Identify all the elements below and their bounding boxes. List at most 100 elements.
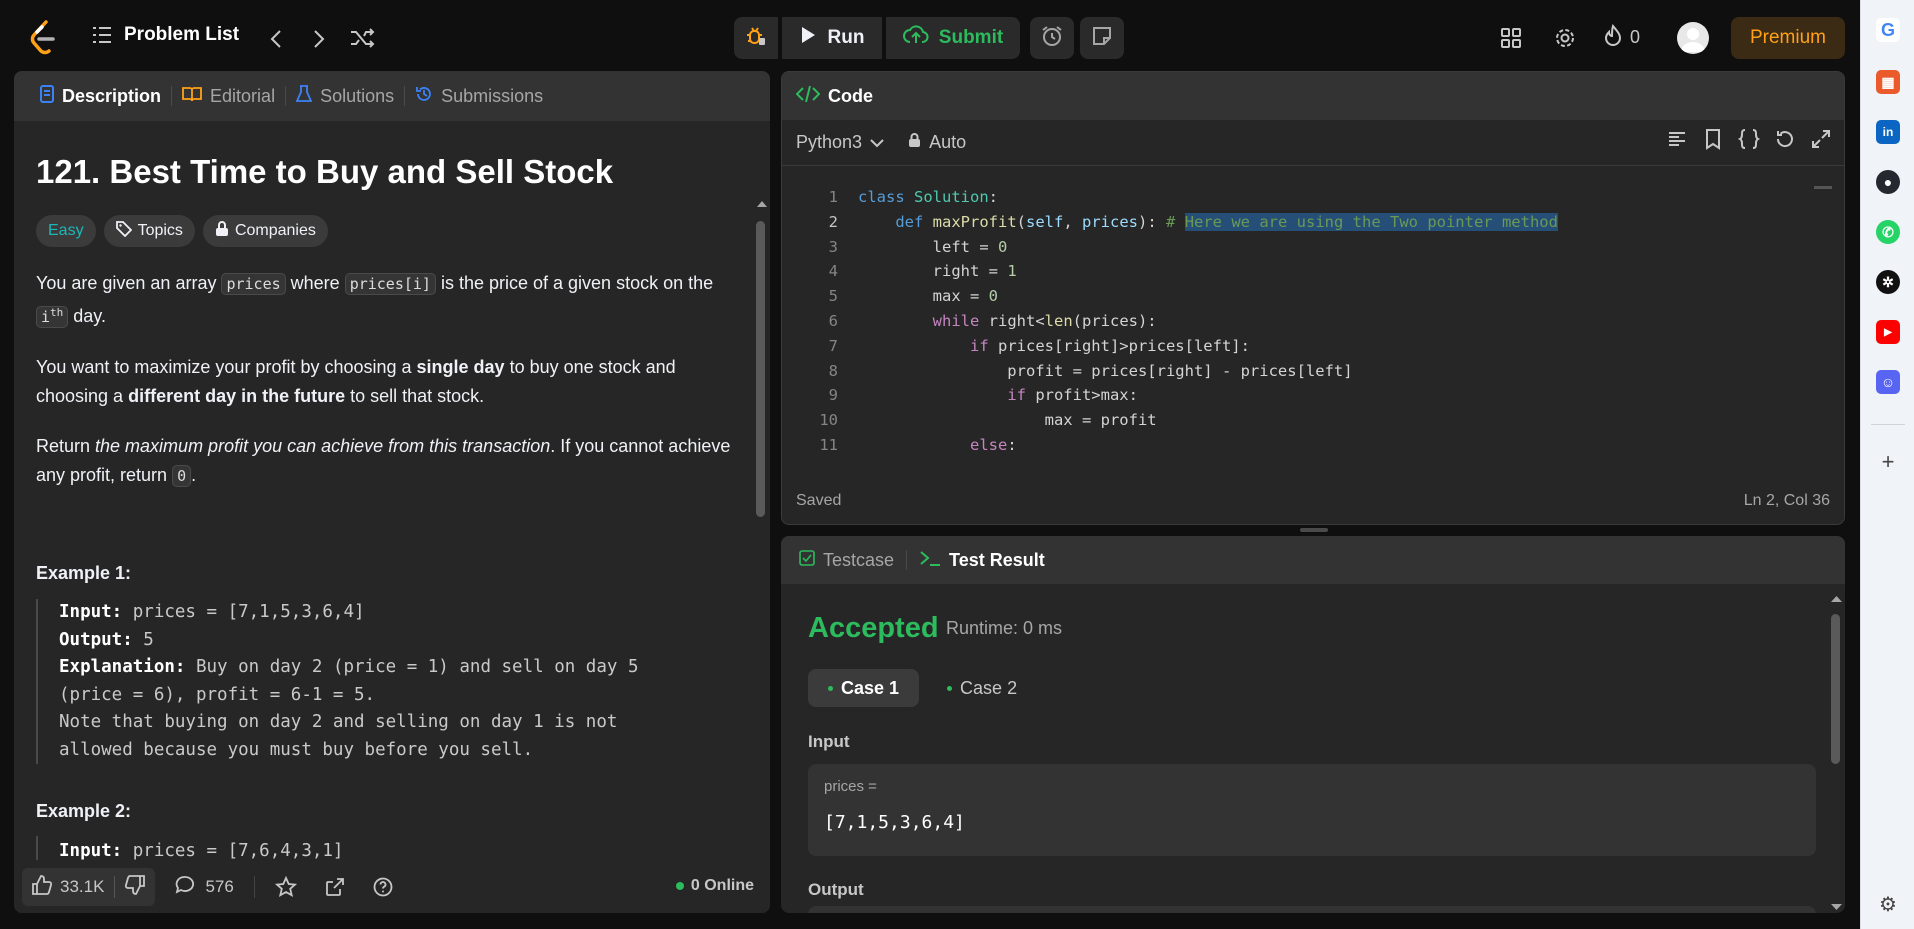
shuffle-icon[interactable] [348, 24, 378, 52]
star-icon[interactable] [274, 876, 297, 898]
online-dot [675, 882, 684, 890]
code-icon [795, 85, 821, 108]
chevron-down-icon [870, 132, 884, 153]
example-line: Note that buying on day 2 and selling on… [59, 712, 618, 732]
description-panel: Description Editorial Solutions Submissi… [14, 71, 770, 913]
companies-label: Companies [234, 222, 316, 239]
premium-button[interactable]: Premium [1731, 17, 1845, 59]
pass-dot [828, 685, 833, 691]
companies-chip[interactable]: Companies [202, 215, 328, 247]
auto-mode-toggle[interactable]: Auto [908, 132, 966, 153]
github-icon[interactable]: ● [1876, 170, 1900, 194]
line-number: 7 [828, 337, 838, 355]
line-number: 6 [828, 312, 838, 330]
run-button[interactable]: Run [782, 17, 882, 59]
avatar[interactable] [1677, 22, 1709, 54]
case-1-tab[interactable]: Case 1 [808, 669, 920, 707]
run-label: Run [827, 27, 865, 48]
format-icon[interactable] [1666, 128, 1688, 155]
comments-button[interactable]: 576 [175, 875, 234, 900]
panel-resize-handle[interactable] [1300, 528, 1328, 532]
difficulty-badge: Easy [36, 215, 96, 247]
problem-list-button[interactable]: Problem List [92, 24, 239, 46]
streak-count: 0 [1630, 27, 1641, 47]
text: where [285, 273, 345, 293]
output-label: Output [808, 880, 864, 899]
code-line: max = profit [858, 411, 1157, 429]
tab-description[interactable]: Description [30, 71, 171, 121]
example-2-title: Example 2: [36, 801, 132, 821]
prev-problem-icon[interactable] [262, 26, 290, 52]
submit-button[interactable]: Submit [886, 17, 1020, 59]
dislike-button[interactable] [115, 874, 155, 900]
layout-grid-icon[interactable] [1496, 24, 1526, 52]
debug-button[interactable] [734, 17, 778, 59]
whatsapp-icon[interactable]: ✆ [1876, 220, 1900, 244]
superscript: th [50, 305, 64, 319]
expand-icon[interactable] [1810, 128, 1832, 155]
reset-icon[interactable] [1774, 128, 1796, 155]
tab-editorial[interactable]: Editorial [172, 71, 285, 121]
example-value: Buy on day 2 (price = 1) and sell on day… [185, 657, 639, 677]
google-icon[interactable]: G [1876, 18, 1900, 42]
description-footer: 33.1K 576 0 Online [14, 861, 770, 913]
scrollbar-thumb[interactable] [756, 221, 765, 517]
editor-actions [1666, 128, 1832, 155]
note-icon [1092, 26, 1112, 51]
tab-solutions[interactable]: Solutions [286, 71, 404, 121]
result-scroll-up-icon[interactable] [1831, 590, 1842, 608]
example-line: Input: prices = [7,6,4,3,1] [59, 836, 736, 860]
bookmark-icon[interactable] [1702, 128, 1724, 155]
chatgpt-icon[interactable]: ✲ [1876, 270, 1900, 294]
help-icon[interactable] [373, 877, 393, 897]
tab-test-result[interactable]: Test Result [919, 549, 1045, 572]
checkbox-icon [799, 549, 815, 571]
notes-button[interactable] [1080, 17, 1124, 59]
like-button[interactable]: 33.1K [22, 874, 114, 900]
code-line: profit = prices[right] - prices[left] [858, 362, 1353, 380]
next-problem-icon[interactable] [305, 26, 333, 52]
param-name: prices = [824, 778, 877, 795]
timer-button[interactable] [1030, 17, 1074, 59]
sidebar-settings-icon[interactable]: ⚙ [1876, 892, 1900, 916]
topics-chip[interactable]: Topics [103, 215, 195, 247]
book-icon [182, 86, 202, 107]
test-panel-tabs: Testcase Test Result [781, 536, 1845, 584]
description-paragraph: You are given an array prices where pric… [36, 269, 748, 331]
like-count: 33.1K [60, 877, 105, 896]
result-status: Accepted [808, 612, 939, 644]
tab-submissions[interactable]: Submissions [405, 71, 553, 121]
case-2-tab[interactable]: Case 2 [927, 669, 1037, 707]
italic-text: the maximum profit you can achieve from … [95, 436, 551, 456]
discord-icon[interactable]: ☺ [1876, 370, 1900, 394]
youtube-icon[interactable]: ▶ [1876, 320, 1900, 344]
add-icon[interactable]: + [1876, 449, 1900, 474]
problem-tags: Easy Topics Companies [36, 215, 328, 247]
output-box [808, 906, 1816, 913]
example-line: Input: prices = [7,1,5,3,6,4] [59, 599, 736, 627]
text: You want to maximize your profit by choo… [36, 357, 417, 377]
result-scrollbar-thumb[interactable] [1831, 614, 1840, 764]
settings-gear-icon[interactable] [1550, 24, 1580, 52]
code-panel-header: Code [782, 72, 1844, 120]
braces-icon[interactable] [1737, 128, 1761, 155]
linkedin-icon[interactable]: in [1876, 120, 1900, 144]
code-editor[interactable]: 1 2 3 4 5 6 7 8 9 10 11 12 class Solutio… [782, 176, 1842, 462]
code-line: left = right [858, 461, 1119, 462]
param-value: [7,1,5,3,6,4] [824, 812, 965, 833]
topics-label: Topics [137, 222, 183, 239]
leetcode-logo-icon[interactable] [28, 20, 58, 56]
runtime-text: Runtime: 0 ms [946, 618, 1063, 638]
bold-text: different day in the future [128, 385, 346, 406]
toolbox-icon[interactable]: ▦ [1876, 70, 1900, 94]
result-scroll-down-icon[interactable] [1831, 898, 1842, 913]
play-icon [800, 26, 816, 50]
code-line: while right<len(prices): [932, 312, 1157, 330]
text: Return [36, 436, 96, 456]
share-icon[interactable] [325, 877, 345, 897]
language-select[interactable]: Python3 [796, 132, 884, 153]
streak-counter[interactable]: 0 [1604, 23, 1641, 51]
tab-testcase[interactable]: Testcase [799, 550, 894, 571]
problem-description: You are given an array prices where pric… [36, 269, 748, 512]
line-number: 1 [828, 188, 838, 206]
